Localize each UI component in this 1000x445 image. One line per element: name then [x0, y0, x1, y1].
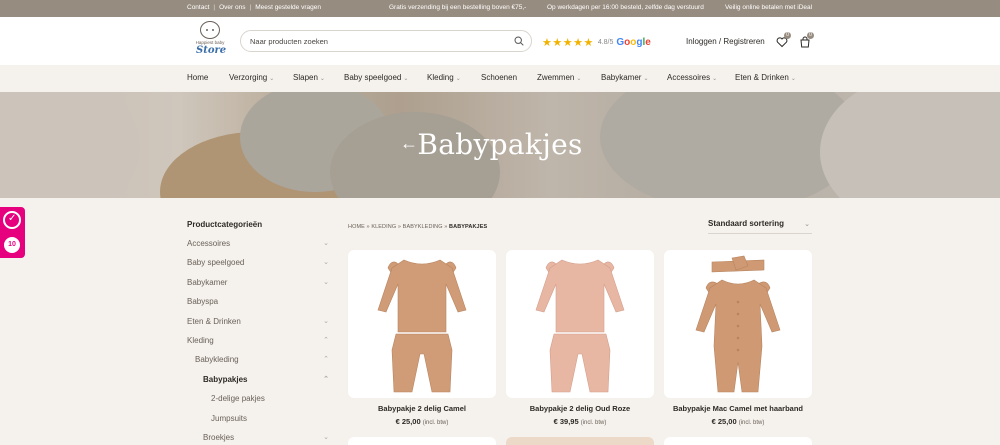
chevron-down-icon: ⌄	[804, 221, 810, 228]
review-count: 10	[4, 237, 20, 253]
faq-link[interactable]: Meest gestelde vragen	[255, 4, 321, 11]
chevron-down-icon: ⌄	[712, 76, 718, 82]
store-logo[interactable]: Happiest baby Store	[192, 21, 228, 59]
product-image[interactable]	[348, 250, 496, 398]
nav-slapen[interactable]: Slapen ⌄	[293, 73, 325, 82]
breadcrumb-current: BABYPAKJES	[449, 224, 488, 230]
top-links: Contact | Over ons | Meest gestelde vrag…	[187, 4, 321, 11]
chevron-down-icon[interactable]: ⌄	[323, 239, 329, 247]
wishlist-count-badge: 0	[784, 32, 791, 39]
product-card[interactable]: Babypakje 2 delig Camel € 25,00 (incl. b…	[348, 250, 496, 426]
chevron-down-icon: ⌄	[319, 76, 325, 82]
separator: |	[249, 4, 252, 11]
chevron-down-icon: ⌄	[403, 76, 409, 82]
product-card[interactable]: Babypakje Mac Camel met haarband € 25,00…	[664, 250, 812, 426]
main-nav: Home Verzorging ⌄ Slapen ⌄ Baby speelgoed ⌄…	[0, 65, 1000, 92]
nav-babykamer[interactable]: Babykamer ⌄	[601, 73, 649, 82]
category-babyspa[interactable]: Babyspa	[187, 297, 331, 311]
category-babypakjes[interactable]: Babypakjes ⌃	[187, 375, 331, 389]
nav-accessoires[interactable]: Accessoires ⌄	[667, 73, 717, 82]
chevron-up-icon[interactable]: ⌃	[323, 375, 329, 383]
contact-link[interactable]: Contact	[187, 4, 209, 11]
category-babykamer[interactable]: Babykamer ⌄	[187, 278, 331, 292]
chevron-down-icon[interactable]: ⌄	[323, 258, 329, 266]
usp-ideal: Veilig online betalen met iDeal	[725, 4, 813, 11]
nav-baby-speelgoed[interactable]: Baby speelgoed ⌄	[344, 73, 408, 82]
product-price: € 25,00 (incl. btw)	[395, 417, 449, 426]
category-baby-speelgoed[interactable]: Baby speelgoed ⌄	[187, 258, 331, 272]
nav-home[interactable]: Home	[187, 73, 208, 82]
google-logo: Google	[616, 37, 651, 48]
search-input[interactable]	[250, 35, 500, 48]
product-image[interactable]	[506, 250, 654, 398]
chevron-down-icon: ⌄	[643, 76, 649, 82]
checkmark-icon	[3, 211, 21, 229]
chevron-down-icon: ⌄	[269, 76, 275, 82]
login-register-link[interactable]: Inloggen / Registreren	[686, 37, 765, 46]
page-title: Babypakjes	[417, 128, 583, 161]
chevron-up-icon[interactable]: ⌃	[323, 336, 329, 344]
chevron-down-icon[interactable]: ⌄	[323, 278, 329, 286]
baby-face-icon	[200, 21, 220, 39]
rating-score: 4.8/5	[597, 39, 614, 46]
product-image[interactable]	[664, 250, 812, 398]
jumpsuit-with-headband-illustration	[695, 255, 781, 393]
nav-zwemmen[interactable]: Zwemmen ⌄	[537, 73, 581, 82]
nav-schoenen[interactable]: Schoenen	[481, 73, 517, 82]
chevron-down-icon: ⌄	[790, 76, 796, 82]
product-card[interactable]	[348, 437, 496, 445]
sort-select[interactable]: Standaard sortering ⌄	[708, 219, 812, 234]
product-name[interactable]: Babypakje 2 delig Camel	[348, 404, 496, 413]
chevron-down-icon: ⌄	[576, 76, 582, 82]
google-rating[interactable]: ★★★★★ 4.8/5 Google	[542, 36, 651, 49]
category-hero-banner: ← Babypakjes	[0, 92, 1000, 198]
category-sidebar: Productcategorieën	[187, 220, 331, 235]
cart-count-badge: 0	[807, 32, 814, 39]
chevron-down-icon[interactable]: ⌄	[323, 317, 329, 325]
chevron-down-icon[interactable]: ⌄	[323, 433, 329, 441]
product-card[interactable]: Babypakje 2 delig Oud Roze € 39,95 (incl…	[506, 250, 654, 426]
product-name[interactable]: Babypakje Mac Camel met haarband	[664, 404, 812, 413]
two-piece-outfit-illustration	[535, 259, 625, 393]
chevron-down-icon: ⌄	[455, 76, 461, 82]
sidebar-title: Productcategorieën	[187, 220, 263, 229]
search-icon[interactable]	[514, 36, 524, 46]
breadcrumb: HOME » KLEDING » BABYKLEDING » BABYPAKJE…	[348, 224, 488, 230]
category-jumpsuits[interactable]: Jumpsuits	[187, 414, 331, 428]
category-broekjes[interactable]: Broekjes ⌄	[187, 433, 331, 445]
nav-eten-drinken[interactable]: Eten & Drinken ⌄	[735, 73, 796, 82]
product-card[interactable]	[664, 437, 812, 445]
product-name[interactable]: Babypakje 2 delig Oud Roze	[506, 404, 654, 413]
logo-text-store: Store	[196, 45, 227, 56]
product-card[interactable]	[506, 437, 654, 445]
category-kleding[interactable]: Kleding ⌃	[187, 336, 331, 350]
two-piece-outfit-illustration	[377, 259, 467, 393]
nav-kleding[interactable]: Kleding ⌄	[427, 73, 461, 82]
breadcrumb-home[interactable]: HOME	[348, 224, 365, 230]
nav-verzorging[interactable]: Verzorging ⌄	[229, 73, 274, 82]
breadcrumb-babykleding[interactable]: BABYKLEDING	[403, 224, 443, 230]
product-price: € 25,00 (incl. btw)	[711, 417, 765, 426]
breadcrumb-kleding[interactable]: KLEDING	[371, 224, 396, 230]
category-accessoires[interactable]: Accessoires ⌄	[187, 239, 331, 253]
category-2-delige-pakjes[interactable]: 2-delige pakjes	[187, 394, 331, 408]
review-widget[interactable]: 10	[0, 207, 25, 258]
star-rating-icon: ★★★★★	[542, 37, 594, 49]
site-header: Happiest baby Store ★★★★★ 4.8/5 Google I…	[0, 17, 1000, 65]
chevron-up-icon[interactable]: ⌃	[323, 355, 329, 363]
usp-free-shipping: Gratis verzending bij een bestelling bov…	[389, 4, 527, 11]
product-price: € 39,95 (incl. btw)	[553, 417, 607, 426]
usp-same-day: Op werkdagen per 16:00 besteld, zelfde d…	[547, 4, 704, 11]
category-eten-drinken[interactable]: Eten & Drinken ⌄	[187, 317, 331, 331]
search-box	[240, 30, 532, 52]
category-babykleding[interactable]: Babykleding ⌃	[187, 355, 331, 369]
separator: |	[213, 4, 216, 11]
about-link[interactable]: Over ons	[219, 4, 245, 11]
top-bar: Contact | Over ons | Meest gestelde vrag…	[0, 0, 1000, 17]
